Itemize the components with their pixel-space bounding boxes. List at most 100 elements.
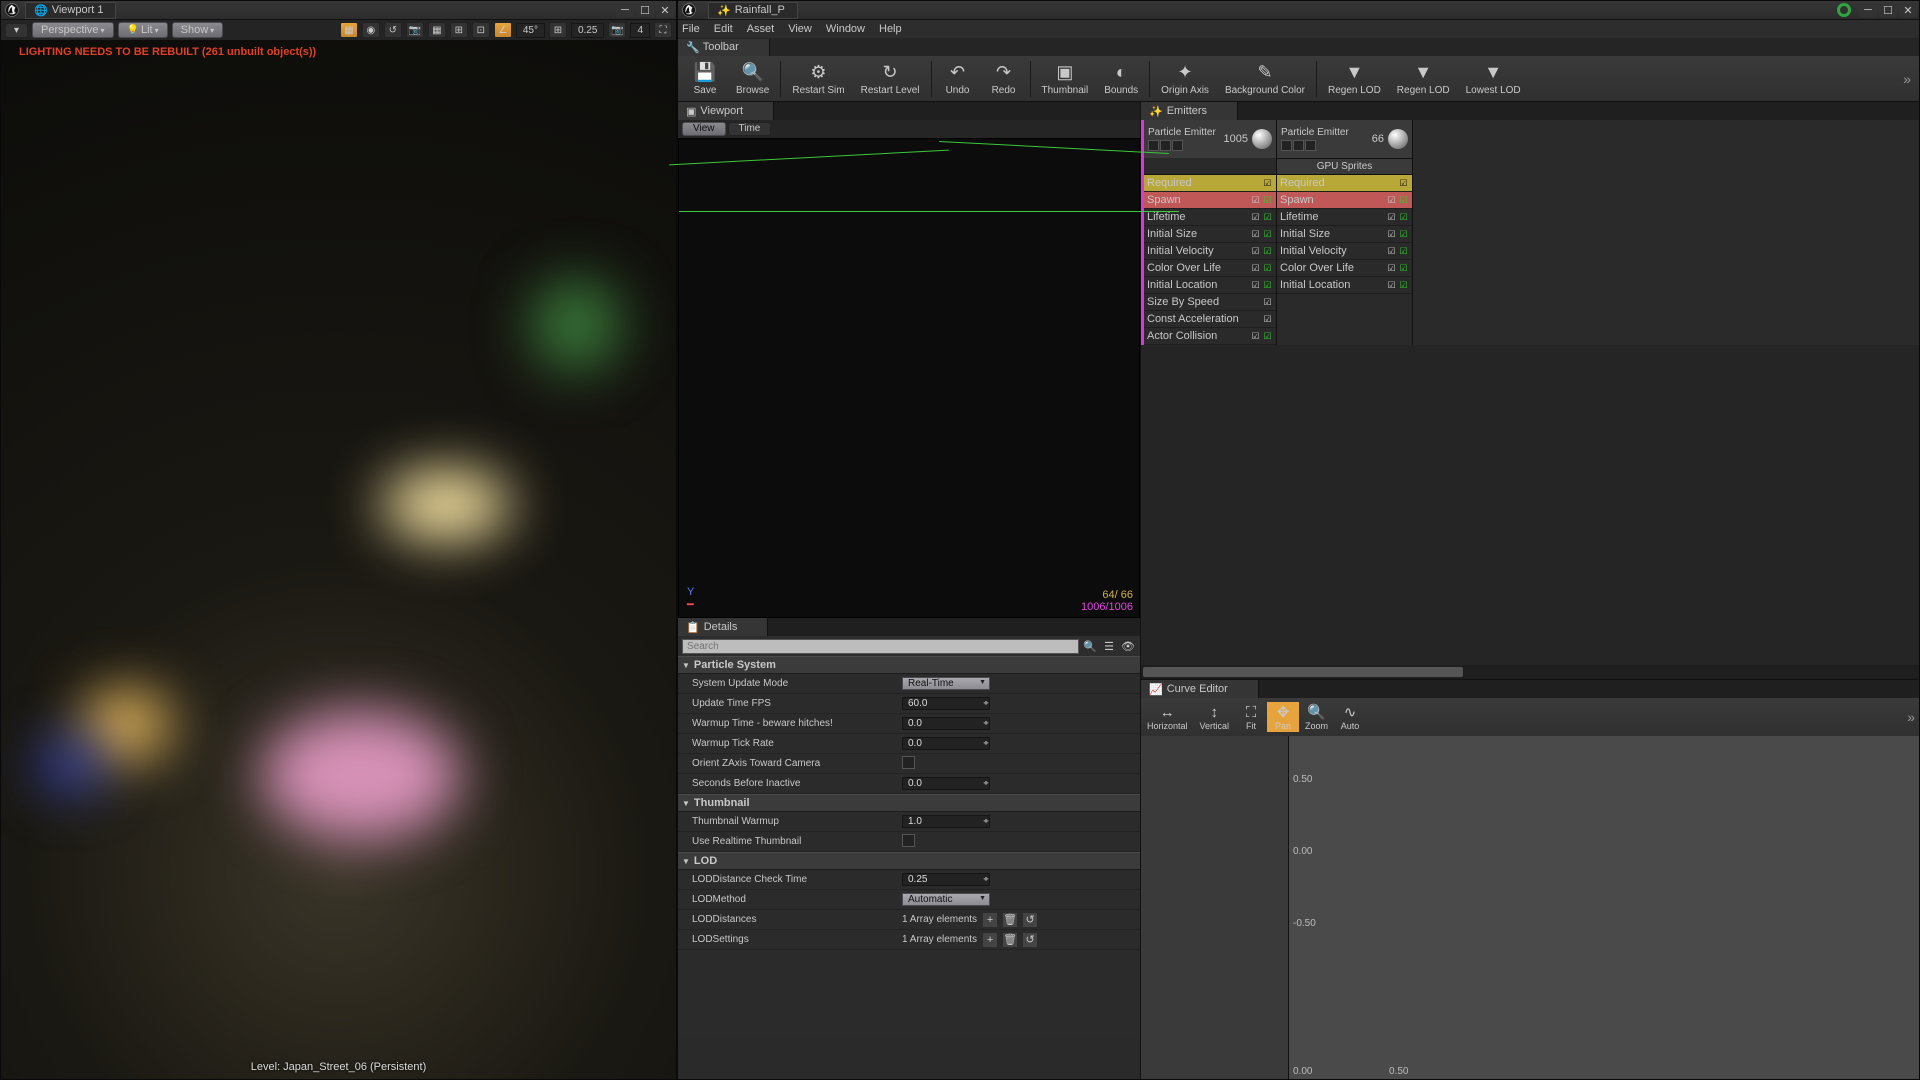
toolbar-tab[interactable]: 🔧 Toolbar bbox=[678, 39, 770, 56]
module-color-over-life[interactable]: Color Over Life☑☑ bbox=[1144, 260, 1276, 277]
module-curve-checkbox[interactable]: ☑ bbox=[1398, 280, 1409, 291]
section-header[interactable]: ▼Particle System bbox=[678, 656, 1140, 674]
menu-help[interactable]: Help bbox=[879, 23, 902, 35]
menu-file[interactable]: File bbox=[682, 23, 700, 35]
array-add-button[interactable]: + bbox=[983, 933, 997, 947]
details-search-input[interactable] bbox=[682, 639, 1079, 654]
toolbar-undo-button[interactable]: ↶Undo bbox=[935, 58, 981, 100]
property-spinbox[interactable]: 0.0 bbox=[902, 737, 990, 750]
toolbar-restart-level-button[interactable]: ↻Restart Level bbox=[853, 58, 928, 100]
property-checkbox[interactable] bbox=[902, 834, 915, 847]
emitter-toggle-icon[interactable] bbox=[1293, 140, 1304, 151]
module-spawn[interactable]: Spawn☑☑ bbox=[1277, 192, 1412, 209]
module-enable-checkbox[interactable]: ☑ bbox=[1250, 229, 1261, 240]
module-enable-checkbox[interactable]: ☑ bbox=[1250, 246, 1261, 257]
curve-graph[interactable]: 0.50 0.00 -0.50 0.00 0.50 bbox=[1289, 736, 1919, 1079]
eye-icon[interactable]: 👁 bbox=[1120, 638, 1136, 654]
module-enable-checkbox[interactable]: ☑ bbox=[1262, 178, 1273, 189]
module-enable-checkbox[interactable]: ☑ bbox=[1386, 246, 1397, 257]
close-button[interactable]: ✕ bbox=[656, 4, 674, 17]
section-header[interactable]: ▼LOD bbox=[678, 852, 1140, 870]
toolbar-expand-icon[interactable]: » bbox=[1899, 71, 1915, 87]
view-button[interactable]: View bbox=[682, 122, 726, 136]
module-color-over-life[interactable]: Color Over Life☑☑ bbox=[1277, 260, 1412, 277]
camera-speed-icon[interactable]: 📷 bbox=[608, 22, 626, 38]
module-spawn[interactable]: Spawn☑☑ bbox=[1144, 192, 1276, 209]
module-curve-checkbox[interactable]: ☑ bbox=[1398, 229, 1409, 240]
snap-icon[interactable]: ⊞ bbox=[450, 22, 468, 38]
lit-button[interactable]: 💡Lit▾ bbox=[118, 22, 168, 38]
realtime-icon[interactable]: ◉ bbox=[362, 22, 380, 38]
array-add-button[interactable]: + bbox=[983, 913, 997, 927]
curve-editor-tab[interactable]: 📈 Curve Editor bbox=[1141, 680, 1259, 698]
module-initial-velocity[interactable]: Initial Velocity☑☑ bbox=[1144, 243, 1276, 260]
scale-snap-icon[interactable]: ⊞ bbox=[549, 22, 567, 38]
minimize-button[interactable]: ─ bbox=[616, 4, 634, 17]
module-const-acceleration[interactable]: Const Acceleration☑ bbox=[1144, 311, 1276, 328]
module-enable-checkbox[interactable]: ☑ bbox=[1386, 263, 1397, 274]
module-curve-checkbox[interactable]: ☑ bbox=[1262, 229, 1273, 240]
module-required[interactable]: Required☑ bbox=[1277, 175, 1412, 192]
toolbar-origin-axis-button[interactable]: ✦Origin Axis bbox=[1153, 58, 1217, 100]
filter-icon[interactable]: ☰ bbox=[1101, 638, 1117, 654]
emitter-header[interactable]: Particle Emitter66 bbox=[1277, 120, 1412, 158]
property-spinbox[interactable]: 1.0 bbox=[902, 815, 990, 828]
module-enable-checkbox[interactable]: ☑ bbox=[1262, 297, 1273, 308]
emitters-panel-tab[interactable]: ✨ Emitters bbox=[1141, 102, 1238, 120]
module-required[interactable]: Required☑ bbox=[1144, 175, 1276, 192]
emitter-toggle-icon[interactable] bbox=[1305, 140, 1316, 151]
search-icon[interactable]: 🔍 bbox=[1082, 638, 1098, 654]
viewport-options-button[interactable]: ▾ bbox=[5, 23, 28, 38]
emitter-column[interactable]: Particle Emitter66GPU SpritesRequired☑Sp… bbox=[1277, 120, 1413, 345]
module-enable-checkbox[interactable]: ☑ bbox=[1386, 212, 1397, 223]
curve-toolbar-expand-icon[interactable]: » bbox=[1903, 709, 1919, 725]
particle-preview-viewport[interactable]: Y ━ 64/ 66 1006/1006 bbox=[678, 138, 1140, 618]
toolbar-regen-lod-button[interactable]: ▼Regen LOD bbox=[1320, 58, 1389, 100]
grid-icon[interactable]: ▦ bbox=[428, 22, 446, 38]
time-button[interactable]: Time bbox=[728, 122, 772, 136]
emitter-toggle-icon[interactable] bbox=[1281, 140, 1292, 151]
emitters-scrollbar[interactable] bbox=[1141, 665, 1919, 679]
maximize-button[interactable]: ☐ bbox=[1879, 4, 1897, 17]
array-reset-button[interactable]: ↺ bbox=[1023, 933, 1037, 947]
toolbar-thumbnail-button[interactable]: ▣Thumbnail bbox=[1034, 58, 1097, 100]
show-stats-icon[interactable]: ↺ bbox=[384, 22, 402, 38]
section-header[interactable]: ▼Thumbnail bbox=[678, 794, 1140, 812]
module-enable-checkbox[interactable]: ☑ bbox=[1250, 331, 1261, 342]
module-curve-checkbox[interactable]: ☑ bbox=[1262, 263, 1273, 274]
module-initial-location[interactable]: Initial Location☑☑ bbox=[1277, 277, 1412, 294]
property-dropdown[interactable]: Automatic bbox=[902, 893, 990, 906]
game-view-icon[interactable]: ▦ bbox=[340, 22, 358, 38]
property-spinbox[interactable]: 0.0 bbox=[902, 777, 990, 790]
module-enable-checkbox[interactable]: ☑ bbox=[1250, 212, 1261, 223]
property-spinbox[interactable]: 0.25 bbox=[902, 873, 990, 886]
module-curve-checkbox[interactable]: ☑ bbox=[1262, 195, 1273, 206]
module-enable-checkbox[interactable]: ☑ bbox=[1262, 314, 1273, 325]
module-enable-checkbox[interactable]: ☑ bbox=[1386, 280, 1397, 291]
minimize-button[interactable]: ─ bbox=[1859, 4, 1877, 17]
toolbar-background-color-button[interactable]: ✎Background Color bbox=[1217, 58, 1313, 100]
asset-tab[interactable]: ✨ Rainfall_P bbox=[708, 2, 798, 19]
curve-zoom-button[interactable]: 🔍Zoom bbox=[1299, 702, 1334, 732]
property-dropdown[interactable]: Real-Time bbox=[902, 677, 990, 690]
close-button[interactable]: ✕ bbox=[1899, 4, 1917, 17]
show-button[interactable]: Show▾ bbox=[172, 22, 224, 38]
array-clear-button[interactable]: 🗑 bbox=[1003, 913, 1017, 927]
toolbar-browse-button[interactable]: 🔍Browse bbox=[728, 58, 777, 100]
maximize-viewport-icon[interactable]: ⛶ bbox=[654, 22, 672, 38]
curve-track-list[interactable] bbox=[1141, 736, 1289, 1079]
show-fps-icon[interactable]: 📷 bbox=[406, 22, 424, 38]
curve-fit-button[interactable]: ⛶Fit bbox=[1235, 702, 1267, 732]
details-panel-tab[interactable]: 📋 Details bbox=[678, 618, 768, 636]
module-enable-checkbox[interactable]: ☑ bbox=[1250, 280, 1261, 291]
viewport-3d[interactable]: LIGHTING NEEDS TO BE REBUILT (261 unbuil… bbox=[1, 40, 676, 1079]
viewport-panel-tab[interactable]: ▣ Viewport bbox=[678, 102, 774, 120]
curve-vertical-button[interactable]: ↕Vertical bbox=[1194, 702, 1236, 732]
menu-view[interactable]: View bbox=[788, 23, 812, 35]
emitter-toggle-icon[interactable] bbox=[1160, 140, 1171, 151]
toolbar-save-button[interactable]: 💾Save bbox=[682, 58, 728, 100]
perspective-button[interactable]: Perspective▾ bbox=[32, 22, 114, 38]
menu-window[interactable]: Window bbox=[826, 23, 865, 35]
emitter-toggle-icon[interactable] bbox=[1148, 140, 1159, 151]
property-spinbox[interactable]: 0.0 bbox=[902, 717, 990, 730]
